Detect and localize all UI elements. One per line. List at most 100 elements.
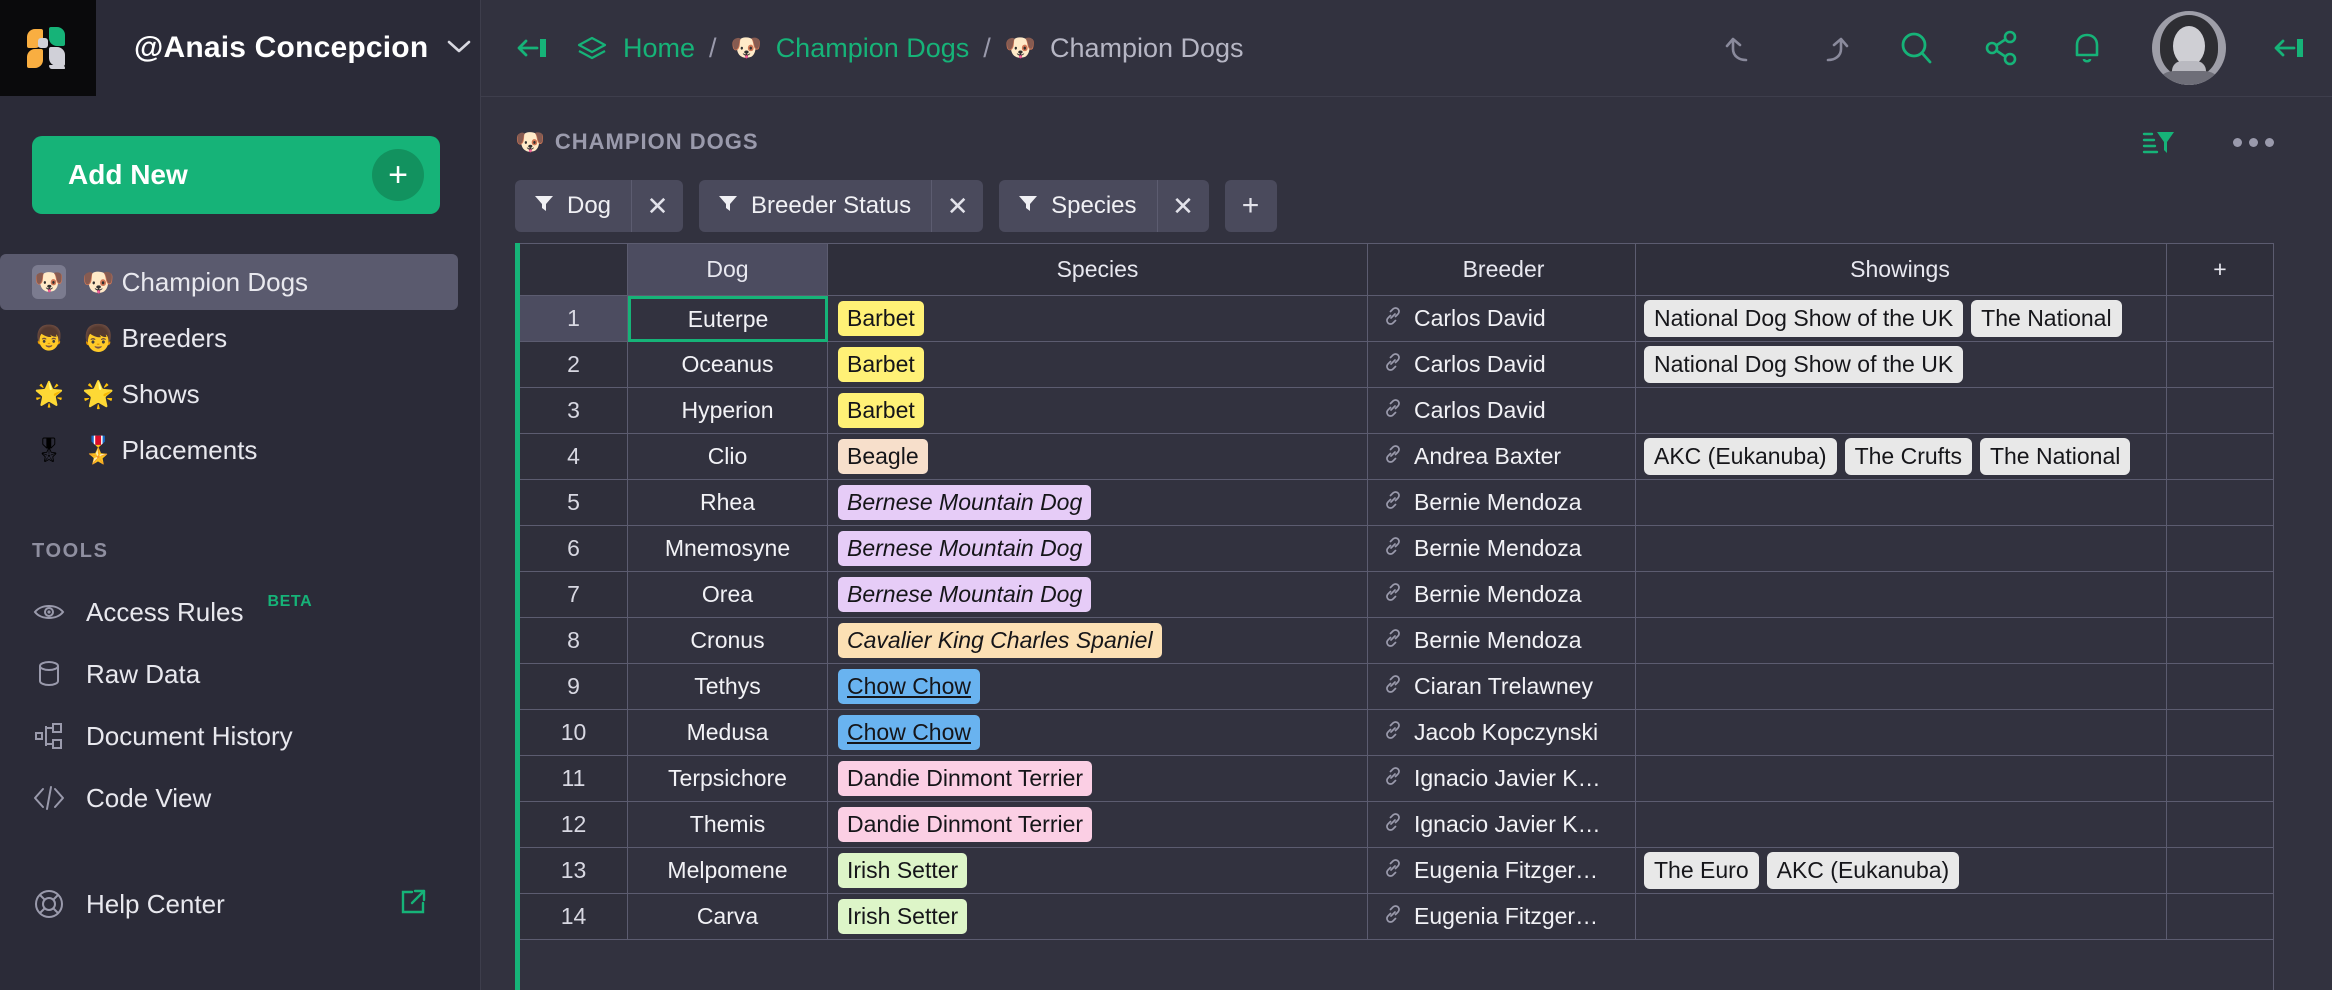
table-row[interactable]: 7OreaBernese Mountain DogBernie Mendoza [520, 572, 2273, 618]
column-header-row-number[interactable] [520, 244, 628, 296]
collapse-left-panel-icon[interactable] [515, 33, 549, 63]
table-row[interactable]: 6MnemosyneBernese Mountain DogBernie Men… [520, 526, 2273, 572]
sidebar-item-breeders[interactable]: 👦 👦 Breeders [0, 310, 458, 366]
cell-showings[interactable] [1636, 526, 2167, 572]
org-selector[interactable]: @Anais Concepcion [96, 31, 472, 65]
redo-icon[interactable] [1810, 30, 1850, 66]
cell-species[interactable]: Irish Setter [828, 848, 1368, 894]
cell-species[interactable]: Barbet [828, 296, 1368, 342]
cell-species[interactable]: Barbet [828, 388, 1368, 434]
cell-species[interactable]: Chow Chow [828, 664, 1368, 710]
filter-chip-dog[interactable]: Dog ✕ [515, 180, 683, 232]
row-number[interactable]: 13 [520, 848, 628, 894]
cell-dog[interactable]: Orea [628, 572, 828, 618]
cell-breeder[interactable]: Andrea Baxter [1368, 434, 1636, 480]
cell-species[interactable]: Bernese Mountain Dog [828, 526, 1368, 572]
filter-chip-main[interactable]: Breeder Status [699, 180, 931, 232]
add-new-button[interactable]: Add New + [32, 136, 440, 214]
cell-breeder[interactable]: Carlos David [1368, 296, 1636, 342]
cell-breeder[interactable]: Jacob Kopczynski [1368, 710, 1636, 756]
cell-showings[interactable] [1636, 802, 2167, 848]
cell-breeder[interactable]: Bernie Mendoza [1368, 572, 1636, 618]
sort-filter-icon[interactable] [2141, 126, 2177, 158]
add-filter-button[interactable]: + [1225, 180, 1277, 232]
cell-breeder[interactable]: Ciaran Trelawney [1368, 664, 1636, 710]
avatar[interactable] [2152, 11, 2226, 85]
table-row[interactable]: 2OceanusBarbetCarlos DavidNational Dog S… [520, 342, 2273, 388]
cell-species[interactable]: Dandie Dinmont Terrier [828, 756, 1368, 802]
row-number[interactable]: 7 [520, 572, 628, 618]
filter-chip-species[interactable]: Species ✕ [999, 180, 1208, 232]
table-row[interactable]: 1EuterpeBarbetCarlos DavidNational Dog S… [520, 296, 2273, 342]
close-icon[interactable]: ✕ [1157, 180, 1209, 232]
close-icon[interactable]: ✕ [631, 180, 683, 232]
cell-dog[interactable]: Themis [628, 802, 828, 848]
row-number[interactable]: 11 [520, 756, 628, 802]
cell-species[interactable]: Cavalier King Charles Spaniel [828, 618, 1368, 664]
external-link-icon[interactable] [398, 887, 428, 922]
row-number[interactable]: 5 [520, 480, 628, 526]
cell-showings[interactable]: National Dog Show of the UKThe National [1636, 296, 2167, 342]
cell-breeder[interactable]: Carlos David [1368, 388, 1636, 434]
cell-breeder[interactable]: Carlos David [1368, 342, 1636, 388]
cell-showings[interactable] [1636, 388, 2167, 434]
column-header-breeder[interactable]: Breeder [1368, 244, 1636, 296]
table-row[interactable]: 9TethysChow ChowCiaran Trelawney [520, 664, 2273, 710]
cell-dog[interactable]: Hyperion [628, 388, 828, 434]
row-number[interactable]: 2 [520, 342, 628, 388]
row-number[interactable]: 8 [520, 618, 628, 664]
table-row[interactable]: 3HyperionBarbetCarlos David [520, 388, 2273, 434]
cell-species[interactable]: Chow Chow [828, 710, 1368, 756]
table-row[interactable]: 11TerpsichoreDandie Dinmont TerrierIgnac… [520, 756, 2273, 802]
filter-chip-main[interactable]: Species [999, 180, 1156, 232]
cell-dog[interactable]: Cronus [628, 618, 828, 664]
cell-species[interactable]: Dandie Dinmont Terrier [828, 802, 1368, 848]
breadcrumb-home[interactable]: Home [623, 33, 695, 64]
table-row[interactable]: 12ThemisDandie Dinmont TerrierIgnacio Ja… [520, 802, 2273, 848]
cell-showings[interactable]: National Dog Show of the UK [1636, 342, 2167, 388]
cell-showings[interactable] [1636, 618, 2167, 664]
home-layers-icon[interactable] [575, 33, 609, 63]
sidebar-item-champion-dogs[interactable]: 🐶 🐶 Champion Dogs [0, 254, 458, 310]
sidebar-item-access-rules[interactable]: Access Rules BETA [0, 581, 480, 643]
sidebar-item-code-view[interactable]: Code View [0, 767, 480, 829]
cell-breeder[interactable]: Bernie Mendoza [1368, 480, 1636, 526]
sidebar-item-help-center[interactable]: Help Center [0, 873, 480, 935]
cell-dog[interactable]: Euterpe [628, 296, 828, 342]
widget-menu-icon[interactable] [2233, 138, 2274, 147]
row-number[interactable]: 10 [520, 710, 628, 756]
sidebar-item-raw-data[interactable]: Raw Data [0, 643, 480, 705]
cell-showings[interactable] [1636, 572, 2167, 618]
share-icon[interactable] [1982, 28, 2022, 68]
column-header-dog[interactable]: Dog [628, 244, 828, 296]
cell-breeder[interactable]: Bernie Mendoza [1368, 526, 1636, 572]
notification-bell-icon[interactable] [2068, 28, 2106, 68]
cell-dog[interactable]: Mnemosyne [628, 526, 828, 572]
sidebar-item-document-history[interactable]: Document History [0, 705, 480, 767]
add-column-button[interactable]: + [2167, 244, 2273, 296]
filter-chip-main[interactable]: Dog [515, 180, 631, 232]
collapse-right-panel-icon[interactable] [2272, 33, 2306, 63]
cell-species[interactable]: Barbet [828, 342, 1368, 388]
cell-breeder[interactable]: Bernie Mendoza [1368, 618, 1636, 664]
breadcrumb-document[interactable]: Champion Dogs [776, 33, 970, 64]
cell-showings[interactable] [1636, 710, 2167, 756]
column-header-showings[interactable]: Showings [1636, 244, 2167, 296]
cell-showings[interactable] [1636, 756, 2167, 802]
column-header-species[interactable]: Species [828, 244, 1368, 296]
cell-species[interactable]: Bernese Mountain Dog [828, 480, 1368, 526]
grist-logo[interactable] [0, 0, 96, 96]
table-row[interactable]: 4ClioBeagleAndrea BaxterAKC (Eukanuba)Th… [520, 434, 2273, 480]
cell-dog[interactable]: Medusa [628, 710, 828, 756]
cell-dog[interactable]: Tethys [628, 664, 828, 710]
sidebar-item-shows[interactable]: 🌟 🌟 Shows [0, 366, 458, 422]
search-icon[interactable] [1896, 28, 1936, 68]
cell-breeder[interactable]: Ignacio Javier K… [1368, 802, 1636, 848]
filter-chip-breeder-status[interactable]: Breeder Status ✕ [699, 180, 983, 232]
cell-dog[interactable]: Terpsichore [628, 756, 828, 802]
row-number[interactable]: 9 [520, 664, 628, 710]
cell-breeder[interactable]: Eugenia Fitzger… [1368, 848, 1636, 894]
cell-dog[interactable]: Clio [628, 434, 828, 480]
cell-species[interactable]: Irish Setter [828, 894, 1368, 940]
cell-species[interactable]: Bernese Mountain Dog [828, 572, 1368, 618]
